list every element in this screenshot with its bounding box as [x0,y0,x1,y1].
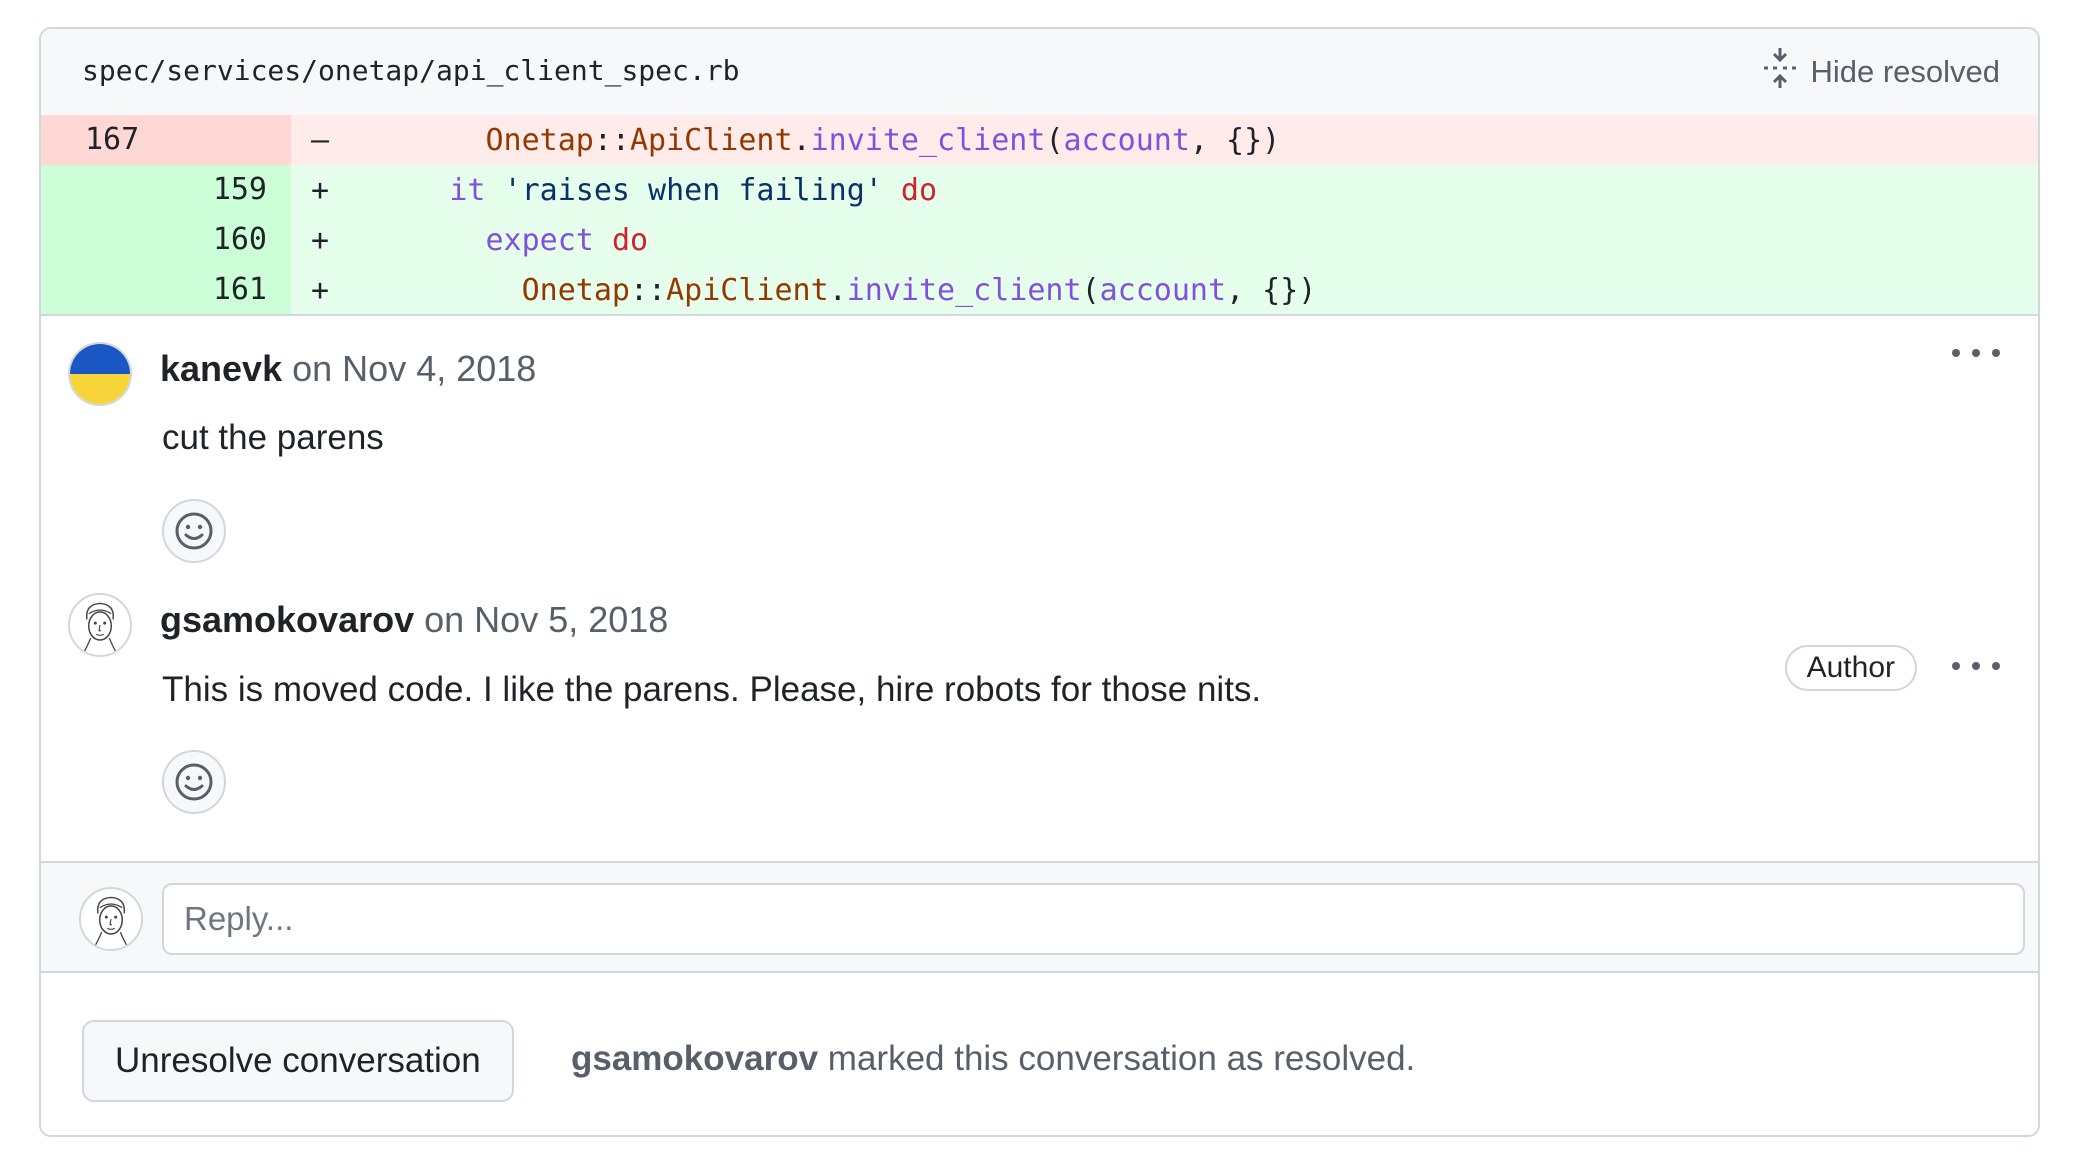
code-token: do [611,223,649,258]
diff-row: 160 + expect do [41,215,2038,265]
resolver-name[interactable]: gsamokovarov [571,1039,818,1078]
code-token: it [449,173,486,208]
old-line-number[interactable]: 167 [85,115,139,165]
kebab-dot-icon [1952,349,1960,357]
resolved-text: marked this conversation as resolved. [818,1039,1416,1078]
file-path[interactable]: spec/services/onetap/api_client_spec.rb [82,53,739,89]
kebab-dot-icon [1992,662,2000,670]
code-token: ( [1081,273,1100,308]
code-token: do [900,173,938,208]
comment-options-button[interactable] [1952,338,2000,368]
code-token: , {}) [1226,273,1317,308]
kebab-dot-icon [1992,349,2000,357]
diff-marker: + [311,223,330,258]
author-badge: Author [1784,645,1917,691]
code-token: Onetap [521,273,630,308]
code-line: it 'raises when failing' do [341,165,937,217]
hide-resolved-label: Hide resolved [1810,54,2000,89]
comment-author[interactable]: kanevk [160,348,282,389]
sketch-face-avatar [70,595,130,655]
code-token: . [828,273,847,308]
code-token: invite_client [810,123,1046,158]
file-header: spec/services/onetap/api_client_spec.rb … [41,29,2038,116]
review-thread: spec/services/onetap/api_client_spec.rb … [39,27,2040,1137]
comment-body: cut the parens [162,418,384,457]
code-token: ( [1045,123,1064,158]
code-token: ApiClient [630,123,793,158]
line-gutter: 160 [41,215,291,265]
comment-date[interactable]: on Nov 4, 2018 [292,348,536,389]
code-token: ApiClient [666,273,829,308]
reply-area [41,861,2038,973]
code-token: , {}) [1189,123,1281,158]
kebab-dot-icon [1972,662,1980,670]
unresolve-conversation-button[interactable]: Unresolve conversation [82,1020,514,1102]
code-token: invite_client [846,273,1082,308]
code-token: account [1063,123,1190,158]
ukraine-flag-avatar [70,344,130,404]
smiley-icon [175,763,213,801]
reply-input[interactable] [162,883,2025,955]
code-line: expect do [341,215,649,267]
fold-icon [1762,48,1798,96]
line-gutter: 167 [41,115,291,165]
resolution-footer: Unresolve conversation gsamokovarov mark… [41,973,2038,1135]
new-line-number[interactable]: 161 [213,265,267,315]
resolved-status: gsamokovarov marked this conversation as… [571,1039,1415,1079]
avatar [79,887,143,951]
code-line: Onetap::ApiClient.invite_client(account,… [341,265,1317,317]
code-token: expect [485,223,594,258]
comment-date[interactable]: on Nov 5, 2018 [424,599,668,640]
diff-row: 159 + it 'raises when failing' do [41,165,2038,215]
diff-marker: + [311,273,330,308]
code-token: :: [593,123,630,158]
new-line-number[interactable]: 159 [213,165,267,215]
code-token: . [792,123,811,158]
code-token: account [1099,273,1227,308]
diff-row: 161 + Onetap::ApiClient.invite_client(ac… [41,265,2038,315]
code-token: Onetap [485,123,594,158]
add-reaction-button[interactable] [162,499,226,563]
kebab-dot-icon [1972,349,1980,357]
diff-marker: – [311,123,330,158]
comment-body: This is moved code. I like the parens. P… [162,670,1262,709]
add-reaction-button[interactable] [162,750,226,814]
comment-author[interactable]: gsamokovarov [160,599,414,640]
code-token: :: [630,273,667,308]
comment-options-button[interactable] [1952,651,2000,681]
hide-resolved-button[interactable]: Hide resolved [1762,48,2000,96]
code-token: 'raises when failing' [503,173,883,208]
line-gutter: 159 [41,165,291,215]
diff-marker: + [311,173,330,208]
comment-header: kanevk on Nov 4, 2018 [160,348,536,390]
diff-hunk: 167 – Onetap::ApiClient.invite_client(ac… [41,115,2038,315]
kebab-dot-icon [1952,662,1960,670]
avatar[interactable] [68,593,132,657]
sketch-face-avatar [81,889,141,949]
divider [41,314,2038,316]
avatar[interactable] [68,342,132,406]
comment-header: gsamokovarov on Nov 5, 2018 [160,599,668,641]
diff-row: 167 – Onetap::ApiClient.invite_client(ac… [41,115,2038,165]
smiley-icon [175,512,213,550]
new-line-number[interactable]: 160 [213,215,267,265]
line-gutter: 161 [41,265,291,315]
code-line: Onetap::ApiClient.invite_client(account,… [341,115,1281,167]
